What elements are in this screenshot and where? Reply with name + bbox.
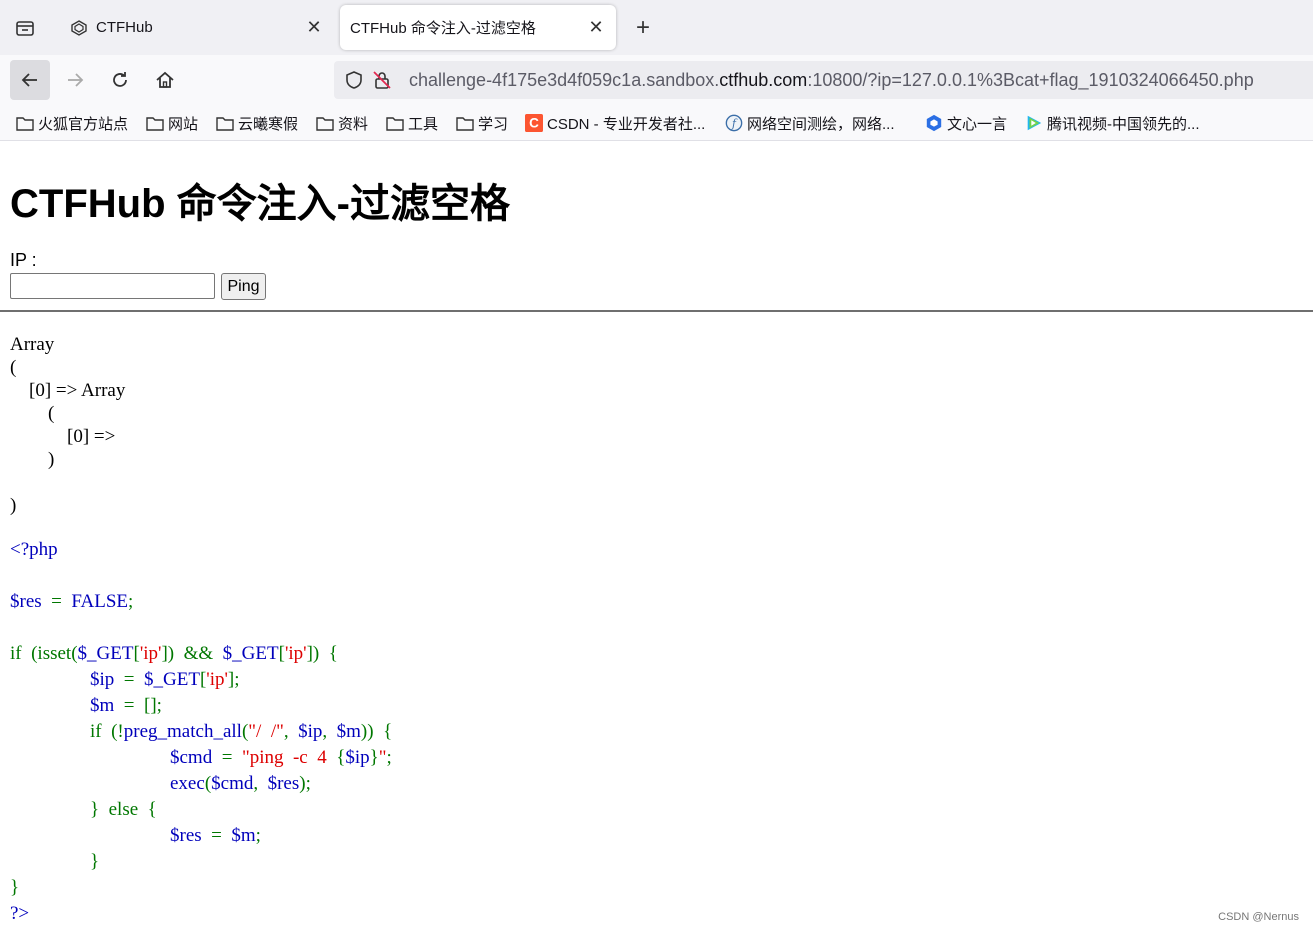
tab-ctfhub[interactable]: CTFHub ✕	[58, 5, 334, 50]
ctfhub-favicon-icon	[70, 19, 88, 37]
tab-title: CTFHub 命令注入-过滤空格	[350, 20, 536, 37]
source-line: exec($cmd, $res);	[170, 773, 311, 794]
url-text[interactable]: challenge-4f175e3d4f059c1a.sandbox.ctfhu…	[409, 70, 1254, 91]
new-tab-icon[interactable]: +	[628, 13, 658, 43]
ip-input[interactable]	[10, 273, 215, 299]
folder-icon	[146, 114, 164, 132]
reload-icon[interactable]	[100, 60, 140, 100]
output-line: [0] =>	[10, 426, 116, 447]
output-line: (	[10, 357, 17, 378]
output-line: )	[10, 449, 55, 470]
forward-arrow-icon[interactable]	[55, 60, 95, 100]
exec-output: Array( [0] => Array ( [0] => ))	[10, 333, 125, 517]
page-content: CTFHub 命令注入-过滤空格 IP : Ping Array( [0] =>…	[0, 141, 1313, 933]
bookmark-label: CSDN - 专业开发者社...	[547, 115, 706, 133]
home-icon[interactable]	[145, 60, 185, 100]
close-tab-icon[interactable]: ✕	[302, 16, 326, 40]
horizontal-rule	[0, 310, 1313, 312]
svg-text:C: C	[529, 116, 539, 131]
watermark: CSDN @Nernus	[1218, 911, 1299, 923]
php-open-tag: <?php	[10, 539, 58, 560]
php-close-tag: ?>	[10, 903, 30, 924]
output-line: )	[10, 495, 17, 516]
source-line: $cmd = "ping -c 4 {$ip}";	[170, 747, 392, 768]
tab-active-challenge[interactable]: CTFHub 命令注入-过滤空格 ✕	[340, 5, 616, 50]
bookmark-label: 资料	[338, 115, 369, 133]
bookmark-label: 工具	[408, 115, 439, 133]
bookmark-label: 腾讯视频-中国领先的...	[1047, 115, 1200, 133]
bookmark-folder[interactable]: 火狐官方站点	[16, 111, 128, 135]
address-bar[interactable]: challenge-4f175e3d4f059c1a.sandbox.ctfhu…	[334, 61, 1313, 99]
source-line: $ip = $_GET['ip'];	[90, 669, 240, 690]
tencent-video-icon	[1025, 114, 1043, 132]
folder-icon	[316, 114, 334, 132]
bookmark-tencent-video[interactable]: 腾讯视频-中国领先的...	[1025, 111, 1200, 135]
bookmark-label: 云曦寒假	[238, 115, 299, 133]
tab-list-icon[interactable]	[8, 12, 42, 44]
source-line: if (!preg_match_all("/ /", $ip, $m)) {	[90, 721, 393, 742]
bookmark-folder[interactable]: 云曦寒假	[216, 111, 298, 135]
bookmark-label: 网站	[168, 115, 199, 133]
folder-icon	[456, 114, 474, 132]
folder-icon	[216, 114, 234, 132]
close-tab-icon[interactable]: ✕	[584, 16, 608, 40]
source-line: }	[90, 851, 100, 872]
bookmark-label: 文心一言	[947, 115, 1008, 133]
insecure-lock-icon[interactable]	[369, 67, 395, 93]
shield-icon[interactable]	[341, 67, 367, 93]
source-line: }	[10, 877, 20, 898]
ip-label: IP :	[10, 250, 37, 270]
output-line: Array	[10, 334, 55, 355]
bookmark-csdn[interactable]: C CSDN - 专业开发者社...	[525, 111, 705, 135]
url-suffix: :10800/?ip=127.0.0.1%3Bcat+flag_19103240…	[807, 69, 1254, 90]
csdn-icon: C	[525, 114, 543, 132]
ping-button[interactable]: Ping	[221, 273, 266, 300]
source-line: if (isset($_GET['ip']) && $_GET['ip']) {	[10, 643, 338, 664]
bookmark-wenxin[interactable]: 文心一言	[925, 111, 1007, 135]
back-arrow-icon[interactable]	[10, 60, 50, 100]
folder-icon	[16, 114, 34, 132]
tab-title: CTFHub	[96, 19, 153, 36]
tab-strip: CTFHub ✕ CTFHub 命令注入-过滤空格 ✕ +	[0, 0, 1313, 55]
source-line: } else {	[90, 799, 157, 820]
source-line: $res = FALSE;	[10, 591, 134, 612]
bookmark-label: 网络空间测绘，网络...	[747, 115, 895, 133]
url-domain: ctfhub.com	[719, 69, 808, 90]
bookmark-folder[interactable]: 资料	[316, 111, 368, 135]
bookmark-label: 火狐官方站点	[38, 115, 129, 133]
url-prefix: challenge-4f175e3d4f059c1a.sandbox.	[409, 69, 720, 90]
navigation-toolbar: challenge-4f175e3d4f059c1a.sandbox.ctfhu…	[0, 55, 1313, 105]
folder-icon	[386, 114, 404, 132]
bookmarks-toolbar: 火狐官方站点 网站 云曦寒假 资料 工具 学习 C CSDN - 专业开发者社..…	[0, 105, 1313, 141]
bookmark-folder[interactable]: 工具	[386, 111, 438, 135]
bookmark-folder[interactable]: 学习	[456, 111, 508, 135]
bookmark-fofa[interactable]: f 网络空间测绘，网络...	[725, 111, 895, 135]
fofa-icon: f	[725, 114, 743, 132]
source-line: $m = [];	[90, 695, 162, 716]
wenxin-icon	[925, 114, 943, 132]
bookmark-label: 学习	[478, 115, 509, 133]
page-title: CTFHub 命令注入-过滤空格	[10, 182, 510, 226]
output-line: [0] => Array	[10, 380, 126, 401]
bookmark-folder[interactable]: 网站	[146, 111, 198, 135]
output-line: (	[10, 403, 55, 424]
source-line: $res = $m;	[170, 825, 261, 846]
